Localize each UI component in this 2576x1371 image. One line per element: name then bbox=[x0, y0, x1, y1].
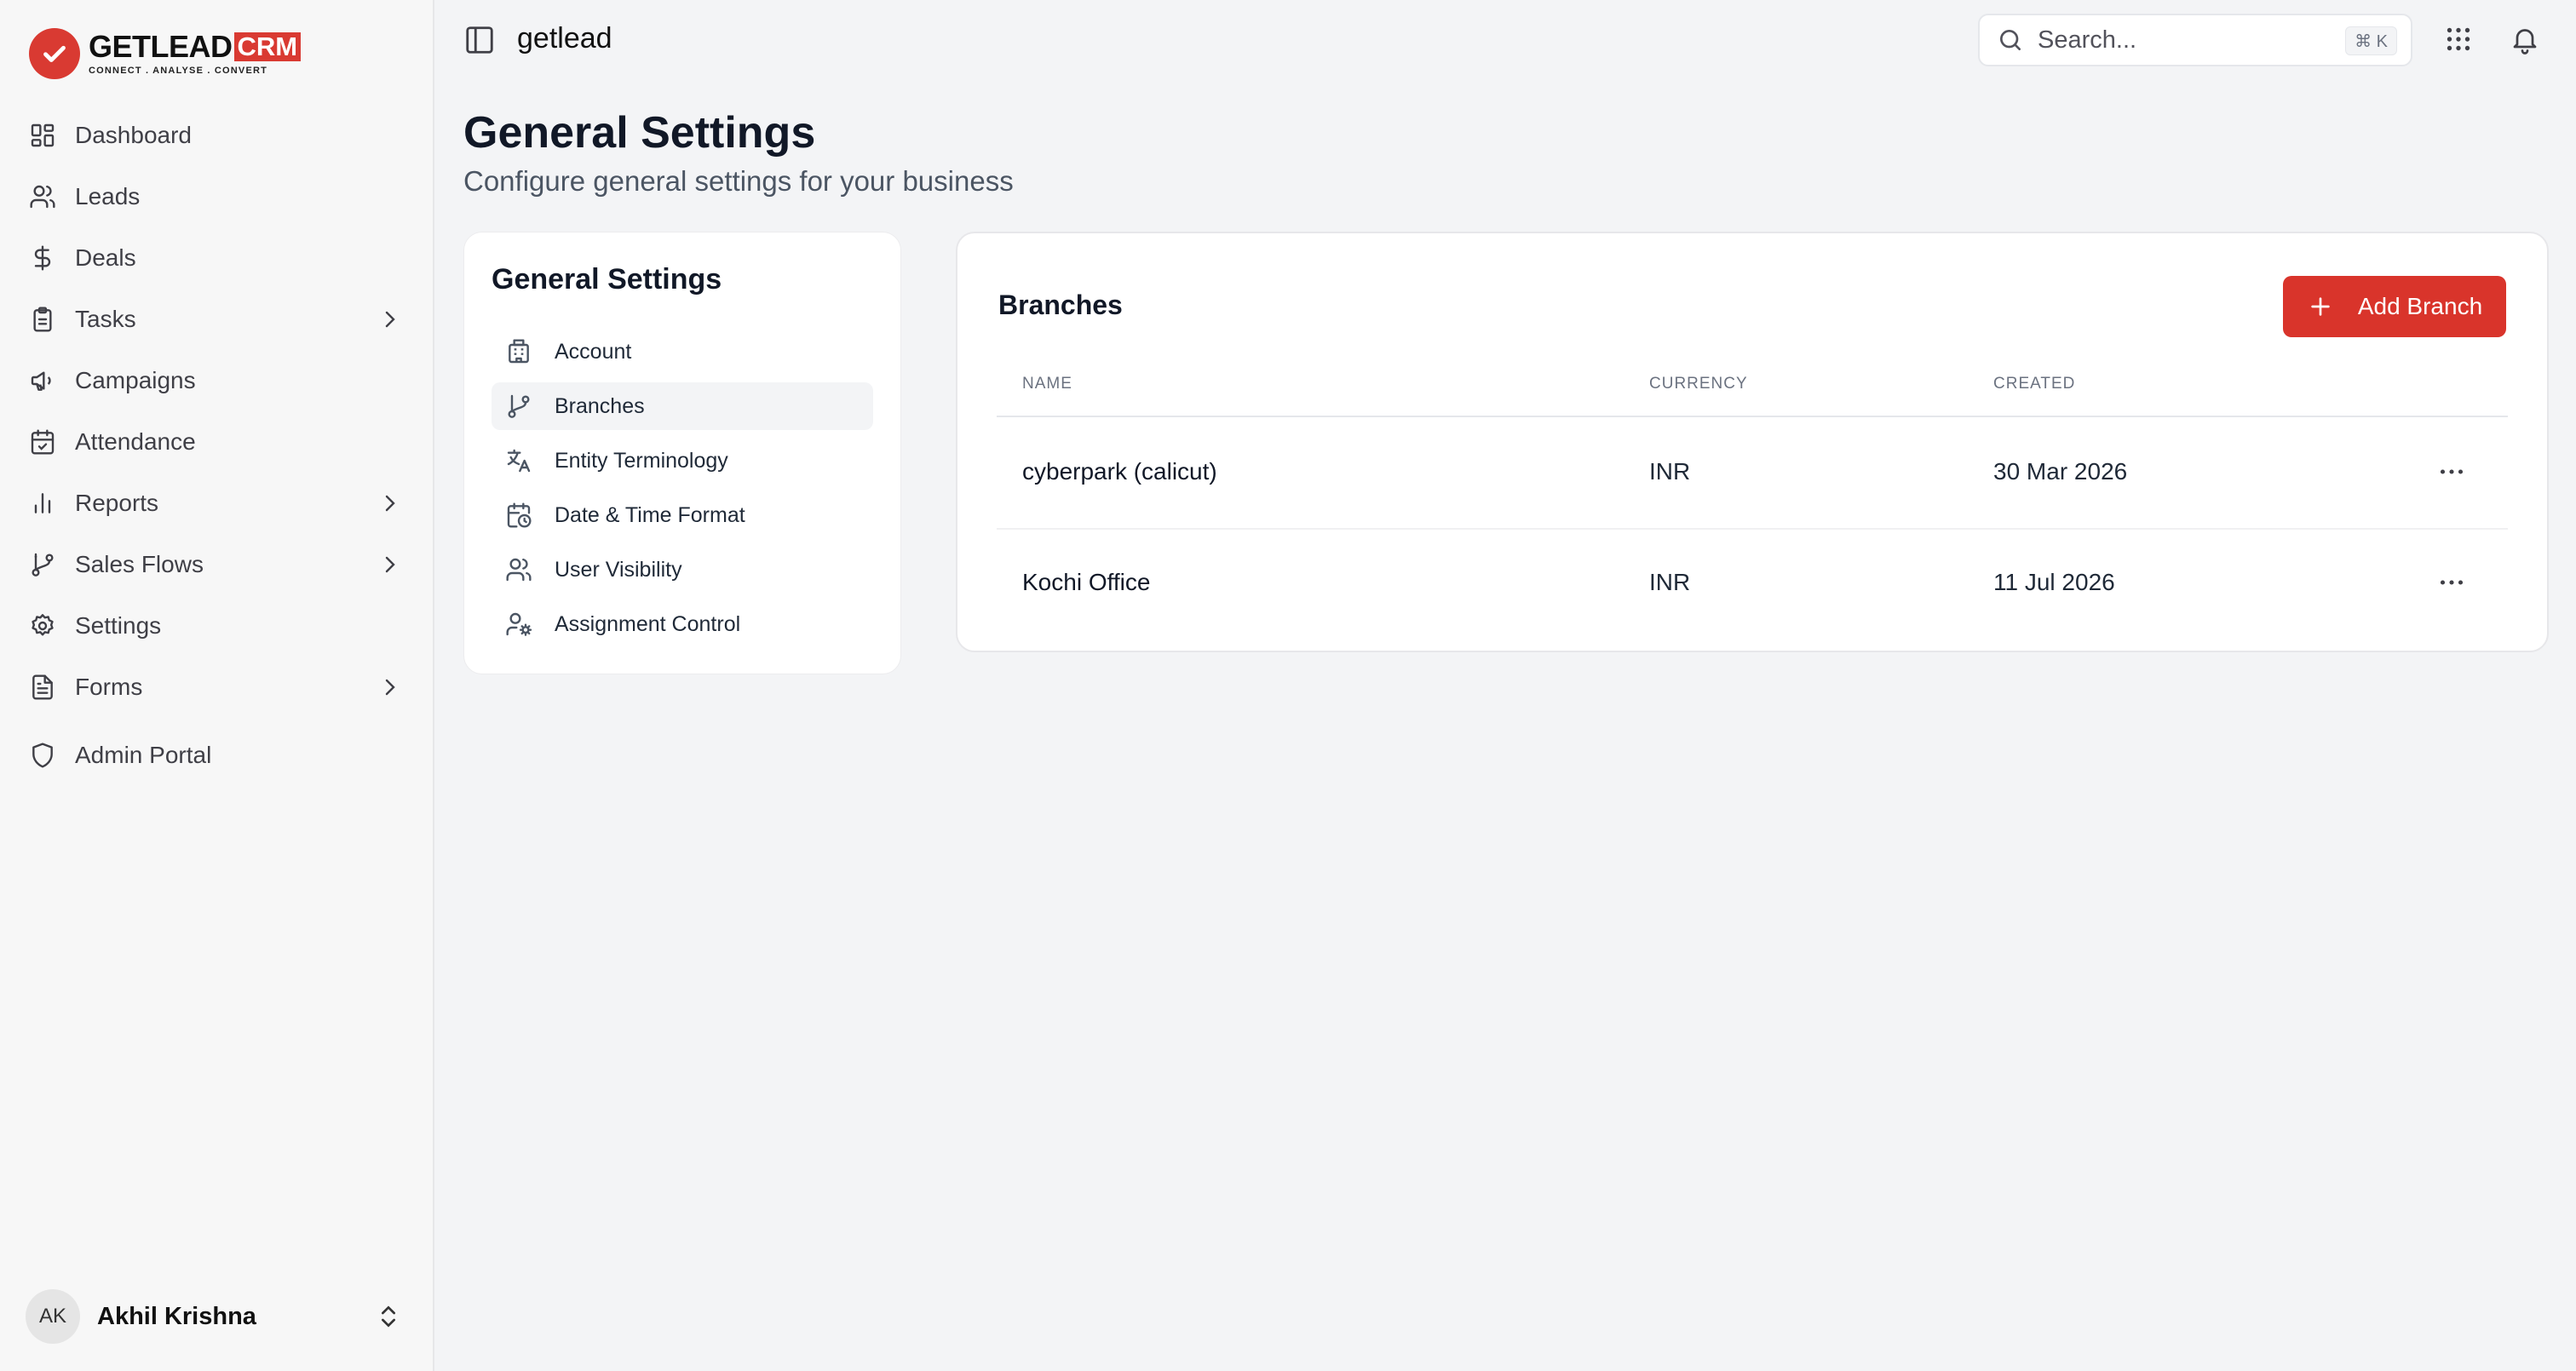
apps-grid-icon[interactable] bbox=[2443, 24, 2474, 54]
sidebar-item-attendance[interactable]: Attendance bbox=[20, 417, 414, 467]
sidebar-item-sales-flows[interactable]: Sales Flows bbox=[20, 540, 414, 589]
chevron-right-icon bbox=[377, 674, 404, 701]
branch-currency: INR bbox=[1649, 458, 1691, 485]
translate-icon bbox=[505, 447, 532, 474]
sidebar-item-label: Campaigns bbox=[75, 367, 196, 393]
chevron-right-icon bbox=[377, 490, 404, 517]
brand-tagline: CONNECT . ANALYSE . CONVERT bbox=[89, 66, 268, 76]
sidebar-item-label: Reports bbox=[75, 490, 159, 516]
sidebar-item-leads[interactable]: Leads bbox=[20, 172, 414, 221]
workspace-title: getlead bbox=[517, 22, 612, 54]
git-branch-icon bbox=[505, 393, 532, 420]
sidebar-item-campaigns[interactable]: Campaigns bbox=[20, 356, 414, 405]
chevron-right-icon bbox=[377, 306, 404, 333]
sidebar-item-settings[interactable]: Settings bbox=[20, 601, 414, 651]
sidebar-item-label: Admin Portal bbox=[75, 742, 212, 768]
settings-nav-card: General Settings Account Branches Entity… bbox=[463, 232, 901, 674]
user-name: Akhil Krishna bbox=[97, 1302, 256, 1330]
settings-item-assignment-control[interactable]: Assignment Control bbox=[492, 600, 873, 648]
users-icon bbox=[505, 556, 532, 583]
brand-crm-badge: CRM bbox=[233, 32, 302, 61]
branch-name: Kochi Office bbox=[1022, 569, 1151, 595]
column-header-currency: CURRENCY bbox=[1649, 375, 1748, 393]
brand-name: GETLEAD bbox=[89, 29, 233, 64]
settings-item-entity-terminology[interactable]: Entity Terminology bbox=[492, 437, 873, 485]
settings-item-label: Date & Time Format bbox=[555, 502, 745, 527]
add-branch-label: Add Branch bbox=[2357, 293, 2483, 319]
column-header-created: CREATED bbox=[1993, 375, 2076, 393]
settings-item-account[interactable]: Account bbox=[492, 328, 873, 376]
sidebar-item-deals[interactable]: Deals bbox=[20, 233, 414, 283]
dollar-icon bbox=[29, 244, 56, 272]
bar-chart-icon bbox=[29, 490, 56, 517]
add-branch-button[interactable]: Add Branch bbox=[2283, 276, 2506, 337]
sidebar-item-label: Dashboard bbox=[75, 122, 192, 148]
settings-item-label: Assignment Control bbox=[555, 611, 741, 636]
branch-created: 11 Jul 2026 bbox=[1993, 569, 2115, 595]
clipboard-icon bbox=[29, 306, 56, 333]
chevron-right-icon bbox=[377, 551, 404, 578]
branches-card: Branches Add Branch NAME CURRENCY CREATE… bbox=[956, 232, 2549, 652]
shield-icon bbox=[29, 742, 56, 769]
settings-nav-title: General Settings bbox=[492, 263, 722, 295]
settings-item-label: Entity Terminology bbox=[555, 448, 728, 473]
sidebar-item-label: Tasks bbox=[75, 306, 136, 332]
page-title: General Settings bbox=[463, 108, 816, 158]
table-header-divider bbox=[997, 416, 2508, 417]
branches-title: Branches bbox=[998, 290, 1123, 320]
sidebar-item-label: Deals bbox=[75, 244, 136, 271]
branch-currency: INR bbox=[1649, 569, 1691, 595]
more-options-icon[interactable] bbox=[2436, 567, 2467, 598]
gear-icon bbox=[29, 612, 56, 640]
search-input[interactable] bbox=[2038, 26, 2310, 54]
calendar-check-icon bbox=[29, 428, 56, 456]
users-icon bbox=[29, 183, 56, 210]
more-options-icon[interactable] bbox=[2436, 456, 2467, 487]
dashboard-icon bbox=[29, 122, 56, 149]
file-text-icon bbox=[29, 674, 56, 701]
checkmark-logo-icon bbox=[29, 28, 80, 79]
settings-item-label: User Visibility bbox=[555, 557, 682, 582]
sidebar-item-dashboard[interactable]: Dashboard bbox=[20, 111, 414, 160]
settings-item-branches[interactable]: Branches bbox=[492, 382, 873, 430]
settings-item-label: Branches bbox=[555, 393, 645, 418]
sidebar-toggle-icon[interactable] bbox=[463, 24, 496, 56]
sidebar-item-label: Forms bbox=[75, 674, 143, 700]
sidebar-item-tasks[interactable]: Tasks bbox=[20, 295, 414, 344]
chevrons-up-down-icon bbox=[375, 1303, 402, 1330]
branch-created: 30 Mar 2026 bbox=[1993, 458, 2128, 485]
settings-item-label: Account bbox=[555, 339, 632, 364]
brand-logo[interactable]: GETLEAD CRM CONNECT . ANALYSE . CONVERT bbox=[29, 27, 302, 80]
branch-name: cyberpark (calicut) bbox=[1022, 458, 1217, 485]
megaphone-icon bbox=[29, 367, 56, 394]
settings-item-date-time-format[interactable]: Date & Time Format bbox=[492, 491, 873, 539]
search-shortcut: ⌘ K bbox=[2345, 26, 2397, 55]
sidebar-item-label: Settings bbox=[75, 612, 162, 639]
column-header-name: NAME bbox=[1022, 375, 1072, 393]
sidebar-item-label: Sales Flows bbox=[75, 551, 204, 577]
sidebar-item-admin-portal[interactable]: Admin Portal bbox=[20, 731, 414, 780]
settings-item-user-visibility[interactable]: User Visibility bbox=[492, 546, 873, 594]
sidebar-item-label: Leads bbox=[75, 183, 141, 209]
sidebar-item-reports[interactable]: Reports bbox=[20, 479, 414, 528]
search-icon bbox=[1997, 26, 2024, 54]
sidebar-item-label: Attendance bbox=[75, 428, 196, 455]
git-branch-icon bbox=[29, 551, 56, 578]
sidebar-item-forms[interactable]: Forms bbox=[20, 663, 414, 712]
avatar: AK bbox=[26, 1289, 80, 1344]
page-subtitle: Configure general settings for your busi… bbox=[463, 165, 1014, 197]
building-icon bbox=[505, 338, 532, 365]
search-box[interactable]: ⌘ K bbox=[1978, 14, 2412, 66]
user-menu[interactable]: AK Akhil Krishna bbox=[26, 1288, 412, 1345]
user-cog-icon bbox=[505, 611, 532, 638]
bell-icon[interactable] bbox=[2510, 24, 2540, 54]
calendar-clock-icon bbox=[505, 502, 532, 529]
plus-icon bbox=[2307, 293, 2334, 320]
row-divider bbox=[997, 528, 2508, 530]
sidebar: GETLEAD CRM CONNECT . ANALYSE . CONVERT … bbox=[0, 0, 434, 1371]
